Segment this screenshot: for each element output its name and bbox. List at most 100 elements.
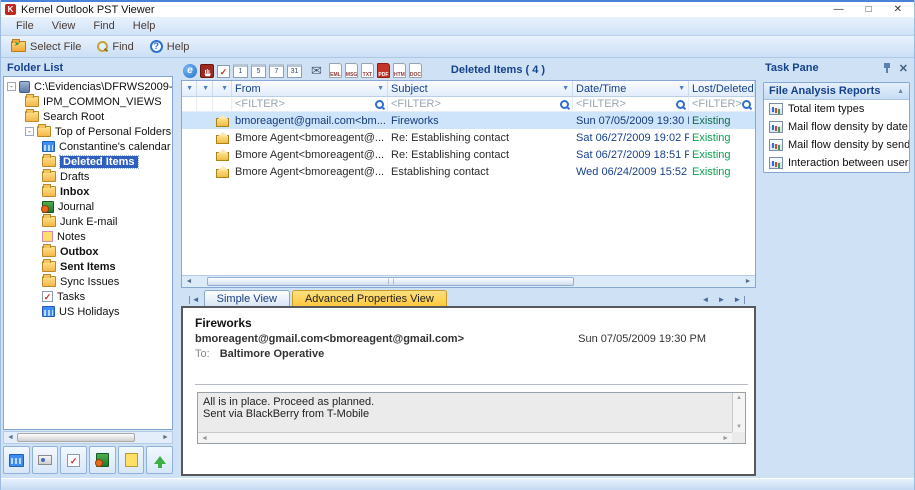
column-header-subject[interactable]: Subject▼ [388, 81, 573, 97]
grid-hscrollbar[interactable]: ◄ ❘❘ ► [182, 275, 755, 287]
column-header-attachment[interactable]: ▼ [197, 81, 213, 97]
scroll-thumb[interactable] [17, 433, 135, 442]
tree-item-outbox[interactable]: Outbox [4, 244, 172, 259]
workweek-view-button[interactable]: 5 [251, 63, 266, 78]
tree-item-journal[interactable]: Journal [4, 199, 172, 214]
scroll-left-icon[interactable]: ◄ [201, 435, 208, 442]
file-analysis-reports-header[interactable]: File Analysis Reports ▲ [764, 83, 909, 100]
scroll-left-icon[interactable]: ◄ [182, 278, 196, 285]
tab-next-icon[interactable]: ► [717, 295, 725, 304]
tree-item-ipm-common-views[interactable]: IPM_COMMON_VIEWS [4, 94, 172, 109]
close-button[interactable]: ✕ [894, 4, 902, 15]
report-mail-flow-density-by-date[interactable]: Mail flow density by date [764, 118, 909, 136]
filter-cell[interactable] [197, 97, 213, 112]
tree-item-deleted-items[interactable]: Deleted Items [4, 154, 172, 169]
mail-view-button[interactable]: ✉ [311, 63, 322, 78]
tree-item-sent-items[interactable]: Sent Items [4, 259, 172, 274]
tab-simple-view[interactable]: Simple View [204, 290, 290, 306]
pin-icon[interactable] [883, 63, 892, 73]
tree-item-us-holidays[interactable]: US Holidays [4, 304, 172, 319]
chevron-down-icon[interactable]: ▼ [678, 85, 685, 92]
filter-lost-deleted-input[interactable]: <FILTER> [689, 97, 755, 112]
column-header-icon[interactable]: ▼ [213, 81, 232, 97]
stop-button[interactable] [200, 63, 214, 78]
collapse-icon[interactable]: - [25, 127, 34, 136]
collapse-icon[interactable]: - [7, 82, 16, 91]
week-view-button[interactable]: 7 [269, 63, 284, 78]
save-as-eml-button[interactable]: EML [329, 63, 342, 78]
scroll-left-icon[interactable]: ◄ [4, 434, 17, 441]
maximize-button[interactable]: □ [866, 4, 872, 15]
tree-item-tasks[interactable]: ✓ Tasks [4, 289, 172, 304]
tree-item-junk-email[interactable]: Junk E-mail [4, 214, 172, 229]
tab-advanced-properties-view[interactable]: Advanced Properties View [292, 290, 447, 306]
message-row[interactable]: bmoreagent@gmail.com<bm... Fireworks Sun… [182, 112, 755, 129]
tree-item-inbox[interactable]: Inbox [4, 184, 172, 199]
tree-item-constantines-calendar[interactable]: Constantine's calendar [4, 139, 172, 154]
report-mail-flow-density-by-senders[interactable]: Mail flow density by senders [764, 136, 909, 154]
chevron-down-icon[interactable]: ▼ [562, 85, 569, 92]
column-header-lost-deleted[interactable]: Lost/Deleted [689, 81, 755, 97]
up-folder-shortcut-button[interactable] [146, 446, 173, 474]
chevron-down-icon[interactable]: ▼ [221, 85, 228, 92]
tree-item-search-root[interactable]: Search Root [4, 109, 172, 124]
tab-last-icon[interactable]: ►❘ [733, 295, 748, 304]
filter-search-icon[interactable] [676, 100, 685, 109]
tree-item-top-of-personal-folders[interactable]: - Top of Personal Folders [4, 124, 172, 139]
tree-item-drafts[interactable]: Drafts [4, 169, 172, 184]
message-row[interactable]: Bmore Agent<bmoreagent@... Establishing … [182, 163, 755, 180]
filter-from-input[interactable]: <FILTER> [232, 97, 388, 112]
browser-view-button[interactable]: e [183, 63, 197, 78]
menu-file[interactable]: File [7, 20, 43, 32]
chevron-down-icon[interactable]: ▼ [202, 85, 209, 92]
tasks-shortcut-button[interactable]: ✓ [60, 446, 87, 474]
month-view-button[interactable]: 31 [287, 63, 302, 78]
column-header-datetime[interactable]: Date/Time▼ [573, 81, 689, 97]
folder-tree-hscrollbar[interactable]: ◄ ► [3, 431, 173, 444]
menu-help[interactable]: Help [124, 20, 165, 32]
notes-shortcut-button[interactable] [118, 446, 145, 474]
left-splitter[interactable] [173, 58, 181, 478]
scroll-right-icon[interactable]: ► [741, 278, 755, 285]
scroll-right-icon[interactable]: ► [722, 435, 729, 442]
column-header-from[interactable]: From▼ [232, 81, 388, 97]
help-button[interactable]: ? Help [144, 39, 196, 54]
select-file-button[interactable]: Select File [5, 40, 87, 54]
tab-prev-icon[interactable]: ◄ [702, 295, 710, 304]
scroll-right-icon[interactable]: ► [159, 434, 172, 441]
filter-subject-input[interactable]: <FILTER> [388, 97, 573, 112]
collapse-chevron-icon[interactable]: ▲ [897, 88, 904, 95]
filter-cell[interactable] [182, 97, 197, 112]
filter-search-icon[interactable] [560, 100, 569, 109]
tree-item-pst-root[interactable]: - C:\Evidencias\DFRWS2009-Outlo [4, 79, 172, 94]
minimize-button[interactable]: — [834, 4, 844, 15]
menu-find[interactable]: Find [84, 20, 123, 32]
calendar-shortcut-button[interactable] [3, 446, 30, 474]
day-view-button[interactable]: 1 [233, 63, 248, 78]
menu-view[interactable]: View [43, 20, 85, 32]
contacts-shortcut-button[interactable] [32, 446, 59, 474]
report-interaction-between-users[interactable]: Interaction between users [764, 154, 909, 172]
save-as-pdf-button[interactable]: PDF [377, 63, 390, 78]
message-row[interactable]: Bmore Agent<bmoreagent@... Re: Establish… [182, 146, 755, 163]
scroll-thumb[interactable]: ❘❘ [207, 277, 574, 286]
tab-first-icon[interactable]: ❘◄ [183, 295, 202, 306]
chevron-down-icon[interactable]: ▼ [377, 85, 384, 92]
scroll-up-icon[interactable]: ▲ [736, 395, 742, 401]
find-button[interactable]: Find [91, 40, 139, 54]
preview-body-box[interactable]: All is in place. Proceed as planned. Sen… [197, 392, 746, 444]
save-as-doc-button[interactable]: DOC [409, 63, 422, 78]
save-as-txt-button[interactable]: TXT [361, 63, 374, 78]
filter-search-icon[interactable] [375, 100, 384, 109]
report-total-item-types[interactable]: Total item types [764, 100, 909, 118]
tree-item-notes[interactable]: Notes [4, 229, 172, 244]
body-vscrollbar[interactable]: ▲▼ [732, 393, 745, 432]
scroll-down-icon[interactable]: ▼ [736, 424, 742, 430]
journal-shortcut-button[interactable] [89, 446, 116, 474]
save-as-html-button[interactable]: HTM [393, 63, 406, 78]
filter-datetime-input[interactable]: <FILTER> [573, 97, 689, 112]
chevron-down-icon[interactable]: ▼ [186, 85, 193, 92]
filter-search-icon[interactable] [742, 100, 751, 109]
tree-item-sync-issues[interactable]: Sync Issues [4, 274, 172, 289]
message-row[interactable]: Bmore Agent<bmoreagent@... Re: Establish… [182, 129, 755, 146]
